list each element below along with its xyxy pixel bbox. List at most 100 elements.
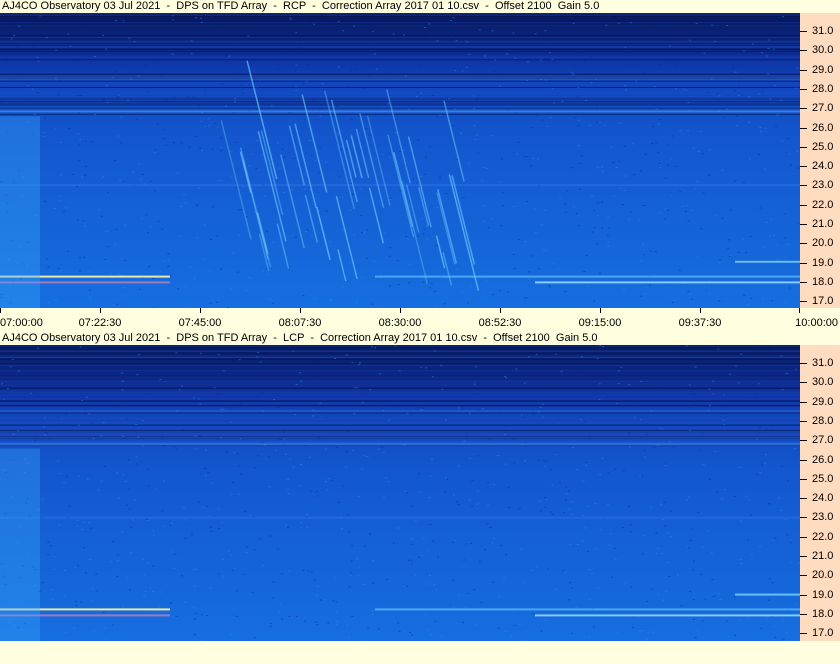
noise-speck (669, 536, 672, 538)
noise-speck (588, 569, 591, 571)
noise-speck (389, 247, 392, 249)
noise-speck (468, 412, 471, 414)
noise-speck (734, 365, 737, 367)
noise-speck (274, 449, 277, 451)
noise-speck (659, 387, 662, 389)
noise-speck (0, 376, 3, 378)
noise-speck (382, 452, 385, 454)
noise-speck (133, 41, 136, 43)
noise-speck (226, 451, 228, 453)
noise-band (0, 439, 800, 441)
noise-speck (773, 597, 776, 599)
noise-speck (685, 345, 688, 347)
noise-speck (544, 496, 547, 498)
noise-speck (126, 576, 129, 578)
noise-speck (706, 91, 709, 93)
noise-speck (202, 506, 204, 508)
spectrogram-lcp[interactable] (0, 345, 800, 641)
noise-speck (13, 35, 16, 37)
noise-speck (102, 422, 105, 424)
noise-speck (623, 288, 625, 290)
noise-band (0, 36, 800, 38)
spectrogram-rcp[interactable] (0, 13, 800, 308)
noise-speck (77, 219, 80, 221)
noise-speck (551, 423, 554, 425)
noise-speck (253, 60, 256, 61)
noise-speck (256, 109, 259, 110)
noise-band (0, 434, 800, 435)
noise-speck (549, 469, 552, 471)
noise-speck (116, 96, 119, 98)
noise-speck (453, 108, 456, 110)
noise-speck (123, 287, 125, 289)
noise-speck (428, 497, 431, 499)
time-tick (799, 308, 800, 313)
noise-speck (142, 558, 145, 560)
noise-speck (596, 358, 599, 360)
noise-speck (598, 121, 601, 123)
noise-speck (300, 380, 303, 382)
noise-speck (653, 104, 656, 106)
noise-speck (157, 220, 160, 222)
noise-speck (353, 234, 356, 236)
time-tick (100, 308, 101, 313)
noise-speck (487, 227, 490, 229)
freq-tick (800, 50, 807, 52)
noise-speck (418, 473, 420, 475)
noise-speck (554, 356, 557, 358)
noise-speck (541, 416, 544, 418)
noise-speck (736, 115, 738, 117)
noise-speck (347, 85, 350, 87)
noise-speck (504, 463, 507, 465)
noise-speck (431, 376, 434, 378)
noise-speck (60, 174, 62, 176)
noise-speck (348, 531, 351, 533)
noise-speck (310, 490, 313, 492)
noise-speck (152, 591, 154, 593)
noise-speck (702, 464, 705, 466)
noise-speck (623, 583, 626, 585)
noise-speck (47, 541, 50, 543)
noise-speck (138, 163, 141, 165)
noise-speck (504, 630, 507, 632)
noise-speck (295, 90, 298, 91)
noise-band (0, 430, 800, 431)
noise-speck (376, 108, 379, 110)
noise-band (0, 355, 800, 357)
noise-speck (664, 36, 667, 38)
noise-speck (560, 371, 563, 373)
noise-speck (687, 291, 690, 292)
noise-speck (41, 498, 44, 500)
noise-speck (283, 438, 286, 440)
noise-speck (99, 353, 102, 355)
noise-speck (569, 543, 572, 545)
noise-speck (701, 546, 704, 548)
noise-speck (85, 396, 88, 398)
noise-speck (445, 419, 447, 421)
noise-speck (427, 549, 429, 551)
noise-speck (731, 67, 734, 69)
noise-speck (641, 382, 644, 384)
noise-speck (310, 571, 313, 573)
noise-speck (428, 583, 431, 585)
noise-speck (57, 94, 60, 96)
noise-speck (146, 263, 149, 265)
noise-speck (63, 210, 66, 212)
noise-speck (420, 409, 423, 411)
noise-speck (759, 207, 762, 209)
noise-speck (771, 300, 774, 302)
freq-tick-label: 25.0 (812, 140, 834, 153)
noise-speck (712, 345, 715, 347)
noise-speck (727, 635, 730, 637)
noise-speck (506, 53, 509, 55)
noise-speck (452, 541, 455, 543)
noise-speck (307, 570, 310, 572)
noise-speck (288, 492, 290, 494)
noise-speck (121, 389, 124, 391)
noise-speck (479, 561, 481, 563)
noise-speck (86, 478, 89, 480)
noise-speck (431, 24, 434, 26)
noise-speck (565, 499, 567, 501)
noise-speck (398, 370, 401, 372)
noise-speck (414, 520, 417, 522)
